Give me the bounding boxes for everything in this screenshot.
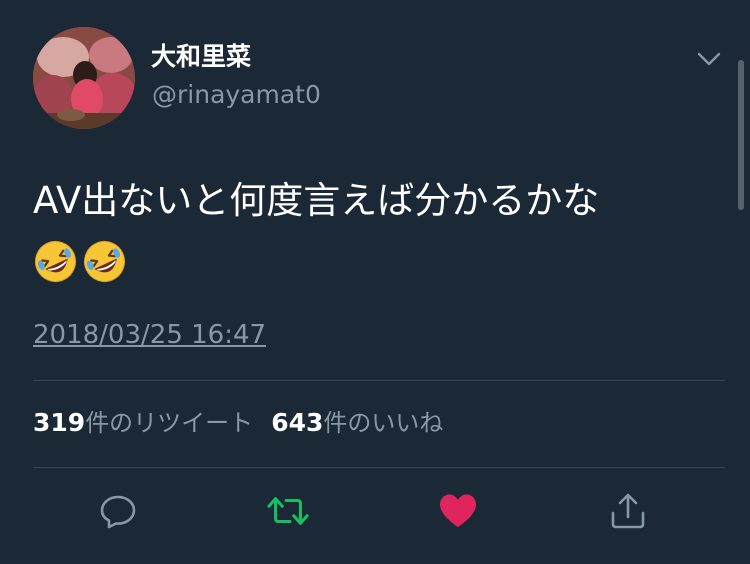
display-name[interactable]: 大和里菜 [151,42,251,72]
like-button[interactable] [437,490,479,532]
rolling-on-the-floor-laughing-icon [33,239,78,284]
speech-bubble-icon [100,495,136,529]
tweet-emojis [33,239,127,287]
avatar[interactable] [33,27,135,129]
avatar-photo [33,27,135,129]
retweet-arrows-icon [267,497,309,525]
retweet-count: 319 [33,408,86,437]
chevron-down-icon[interactable] [696,48,722,70]
user-handle[interactable]: @rinayamat0 [152,80,321,110]
retweet-stat[interactable]: 319件のリツイート [33,408,254,437]
tweet-timestamp[interactable]: 2018/03/25 16:47 [33,318,266,352]
rolling-on-the-floor-laughing-icon [82,239,127,284]
tweet-text: AV出ないと何度言えば分かるかな [33,179,600,222]
divider [33,467,725,468]
share-upload-icon [611,493,645,529]
tweet-stats: 319件のリツイート 643件のいいね [33,406,443,440]
tweet-detail: 大和里菜 @rinayamat0 AV出ないと何度言えば分かるかな 2018/0… [0,0,750,564]
retweet-count-label: 件のリツイート [85,409,254,437]
reply-button[interactable] [97,490,139,532]
retweet-button[interactable] [267,490,309,532]
like-count: 643 [271,408,324,437]
like-count-label: 件のいいね [323,409,444,437]
share-button[interactable] [607,490,649,532]
like-stat[interactable]: 643件のいいね [271,408,444,437]
scrollbar[interactable] [738,60,744,210]
heart-icon [440,494,476,527]
divider [33,380,725,381]
